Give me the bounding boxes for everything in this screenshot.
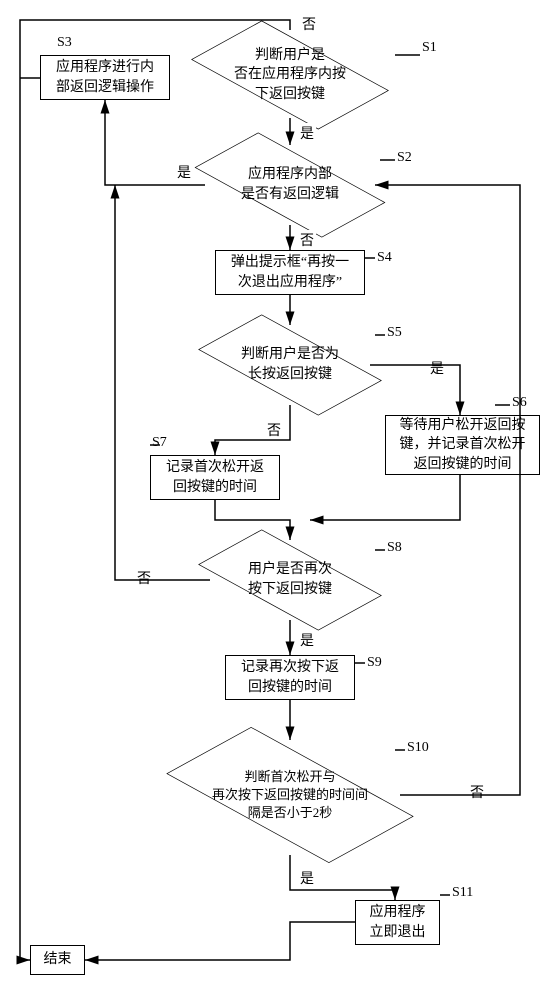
process-s3: 应用程序进行内部返回逻辑操作 <box>40 55 170 100</box>
edge-s8-no: 否 <box>135 568 153 588</box>
decision-s5: 判断用户是否为长按返回按键 <box>205 320 375 410</box>
decision-s10-text: 判断首次松开与再次按下返回按键的时间间隔是否小于2秒 <box>208 768 372 823</box>
label-s8: S8 <box>385 540 404 556</box>
decision-s5-text: 判断用户是否为长按返回按键 <box>237 345 343 384</box>
edge-s10-yes: 是 <box>298 868 316 888</box>
edge-s5-no: 否 <box>265 420 283 440</box>
edge-s2-no: 否 <box>298 230 316 250</box>
label-s10: S10 <box>405 740 431 756</box>
decision-s8-text: 用户是否再次按下返回按键 <box>244 560 336 599</box>
process-s7: 记录首次松开返回按键的时间 <box>150 455 280 500</box>
decision-s2: 应用程序内部是否有返回逻辑 <box>200 140 380 230</box>
label-s9: S9 <box>365 655 384 671</box>
process-s3-text: 应用程序进行内部返回逻辑操作 <box>56 58 154 97</box>
decision-s2-text: 应用程序内部是否有返回逻辑 <box>237 165 343 204</box>
process-s11-text: 应用程序立即退出 <box>370 903 426 942</box>
process-s6-text: 等待用户松开返回按键，并记录首次松开返回按键的时间 <box>400 416 526 475</box>
process-s6: 等待用户松开返回按键，并记录首次松开返回按键的时间 <box>385 415 540 475</box>
terminator-end: 结束 <box>30 945 85 975</box>
terminator-end-text: 结束 <box>44 950 72 970</box>
process-s4: 弹出提示框“再按一次退出应用程序” <box>215 250 365 295</box>
process-s7-text: 记录首次松开返回按键的时间 <box>166 458 264 497</box>
edge-s8-yes: 是 <box>298 630 316 650</box>
label-s1: S1 <box>420 40 439 56</box>
process-s4-text: 弹出提示框“再按一次退出应用程序” <box>231 253 349 292</box>
process-s11: 应用程序立即退出 <box>355 900 440 945</box>
decision-s10: 判断首次松开与再次按下返回按键的时间间隔是否小于2秒 <box>175 735 405 855</box>
decision-s8: 用户是否再次按下返回按键 <box>205 535 375 625</box>
label-s2: S2 <box>395 150 414 166</box>
label-s3: S3 <box>55 35 74 51</box>
label-s7: S7 <box>150 435 169 451</box>
edge-s10-no: 否 <box>468 782 486 802</box>
edge-s2-yes: 是 <box>175 162 193 182</box>
process-s9: 记录再次按下返回按键的时间 <box>225 655 355 700</box>
edge-s1-no: 否 <box>300 14 318 34</box>
label-s11: S11 <box>450 885 475 901</box>
label-s4: S4 <box>375 250 394 266</box>
decision-s1-text: 判断用户是否在应用程序内按下返回按键 <box>230 46 350 105</box>
label-s5: S5 <box>385 325 404 341</box>
decision-s1: 判断用户是否在应用程序内按下返回按键 <box>200 25 380 125</box>
edge-s5-yes: 是 <box>428 358 446 378</box>
process-s9-text: 记录再次按下返回按键的时间 <box>241 658 339 697</box>
edge-s1-yes: 是 <box>298 123 316 143</box>
label-s6: S6 <box>510 395 529 411</box>
